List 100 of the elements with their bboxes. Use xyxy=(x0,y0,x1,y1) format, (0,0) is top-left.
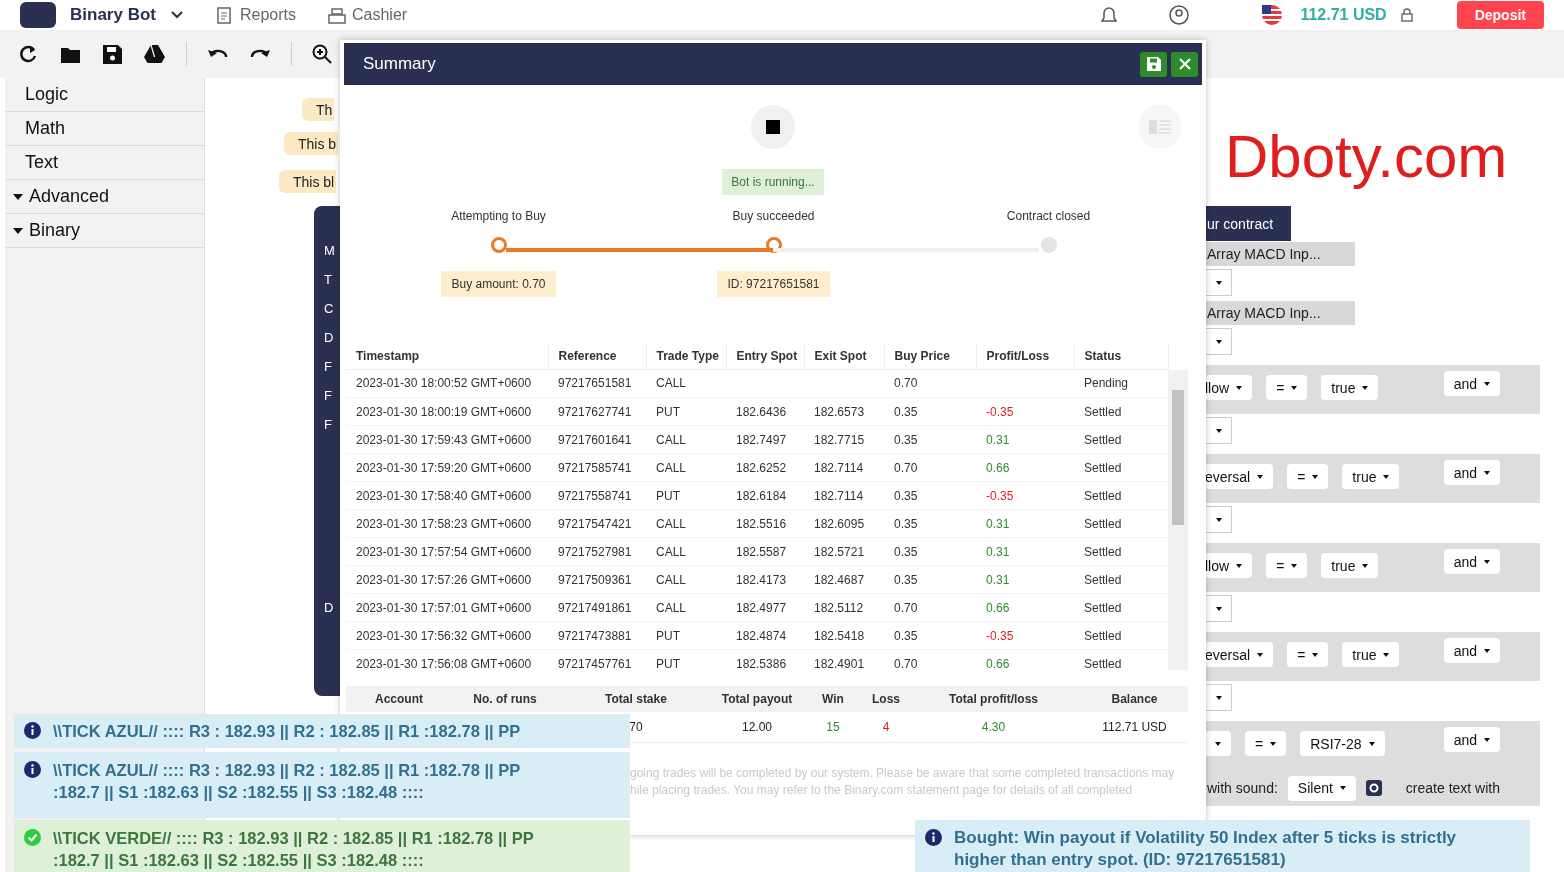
gear-icon[interactable] xyxy=(1365,780,1382,796)
register-icon xyxy=(328,6,346,24)
column-header: Total payout xyxy=(714,685,800,712)
column-header[interactable]: Buy Price xyxy=(884,343,976,369)
dropdown-field[interactable]: true xyxy=(1321,553,1379,578)
table-cell: 182.5418 xyxy=(804,621,884,650)
dropdown-field[interactable]: RSI7-28 xyxy=(1300,731,1385,756)
dropdown-field[interactable]: and xyxy=(1443,371,1500,396)
dropdown-field[interactable]: Silent xyxy=(1287,775,1356,801)
table-cell: 0.35 xyxy=(884,537,976,566)
dropdown-field[interactable]: llow xyxy=(1205,553,1253,578)
caret-icon xyxy=(13,193,23,200)
column-header[interactable]: Reference xyxy=(548,343,646,369)
dropdown-field[interactable] xyxy=(1205,506,1232,533)
column-header: No. of runs xyxy=(452,685,558,712)
table-cell: 182.5112 xyxy=(804,593,884,622)
code-block[interactable]: Array MACD Inp... xyxy=(1205,301,1355,325)
table-cell: 0.70 xyxy=(884,649,976,670)
dropdown-field[interactable]: true xyxy=(1321,375,1379,400)
dropdown-field[interactable] xyxy=(1205,269,1232,296)
column-header[interactable]: Status xyxy=(1074,343,1168,369)
category-label: Advanced xyxy=(29,186,110,207)
toolbox-category[interactable]: Advanced xyxy=(5,180,204,214)
table-cell: CALL xyxy=(646,509,726,538)
block-label: F xyxy=(324,360,333,376)
table-cell: CALL xyxy=(646,565,726,594)
dropdown-field[interactable]: true xyxy=(1342,464,1400,489)
table-cell: CALL xyxy=(646,369,726,398)
dropdown-field[interactable]: = xyxy=(1266,375,1308,400)
code-block[interactable]: eversal = true and xyxy=(1205,632,1540,681)
dropdown-field[interactable]: and xyxy=(1443,727,1500,752)
column-header[interactable]: Profit/Loss xyxy=(976,343,1074,369)
dropdown-field[interactable]: true xyxy=(1342,642,1400,667)
caret-icon xyxy=(13,227,23,234)
dropdown-field[interactable]: = xyxy=(1245,731,1287,756)
close-button[interactable] xyxy=(1171,51,1198,77)
table-cell: 97217491861 xyxy=(548,593,646,622)
dropdown-field[interactable]: and xyxy=(1443,460,1500,485)
dropdown-field[interactable]: = xyxy=(1287,642,1329,667)
table-cell: 0.35 xyxy=(884,509,976,538)
scrollbar[interactable] xyxy=(1168,369,1188,670)
dropdown-field[interactable]: = xyxy=(1266,553,1308,578)
dropdown-field[interactable]: eversal xyxy=(1205,464,1274,489)
dropdown-field[interactable] xyxy=(1205,328,1232,355)
comment-bubble[interactable]: This bl xyxy=(279,170,337,193)
step-label: Buy succeeded xyxy=(732,209,815,225)
toolbox-category[interactable]: Math xyxy=(5,112,204,146)
save-icon xyxy=(1146,57,1161,71)
dropdown-field[interactable]: and xyxy=(1443,549,1500,574)
table-cell: 182.6573 xyxy=(804,397,884,426)
toolbox-category[interactable]: Binary xyxy=(5,214,204,248)
stop-button[interactable] xyxy=(751,105,795,149)
zoom-in-icon[interactable] xyxy=(312,43,334,65)
code-block[interactable]: = RSI7-28 and xyxy=(1205,721,1540,770)
dropdown-field[interactable] xyxy=(1205,417,1232,444)
column-header[interactable]: Timestamp xyxy=(346,343,548,369)
dropdown-field[interactable] xyxy=(1205,731,1231,756)
info-icon xyxy=(925,829,942,846)
column-header: Account xyxy=(346,685,452,712)
column-header[interactable]: Entry Spot xyxy=(726,343,804,369)
notification-text: \\TICK VERDE// :::: R3 : 182.93 || R2 : 182.85 || R1 :182.78 || PP :182.7 || S1 :182.63 || S2 :182.55 || S3 :182.48 :::: xyxy=(53,828,534,871)
save-button[interactable] xyxy=(1140,51,1167,77)
nav-link[interactable]: Reports xyxy=(239,6,296,24)
block-label: M xyxy=(324,244,336,260)
save-icon[interactable] xyxy=(102,43,124,65)
column-header: Total stake xyxy=(558,685,714,712)
table-cell: 0.31 xyxy=(976,509,1074,538)
table-cell: 182.6184 xyxy=(726,481,804,510)
table-cell: CALL xyxy=(646,593,726,622)
table-cell: 2023-01-30 17:57:54 GMT+0600 xyxy=(346,537,548,566)
code-block[interactable]: Array MACD Inp... xyxy=(1205,242,1355,266)
comment-bubble[interactable]: This b xyxy=(284,132,339,155)
column-header[interactable]: Exit Spot xyxy=(804,343,884,369)
nav-link[interactable]: Cashier xyxy=(352,6,408,24)
table-cell: 0.31 xyxy=(976,425,1074,454)
dropdown-field[interactable]: eversal xyxy=(1205,642,1274,667)
dropdown-field[interactable] xyxy=(1205,595,1232,622)
dropdown-field[interactable]: and xyxy=(1443,638,1500,663)
toolbox-category[interactable]: Text xyxy=(5,146,204,180)
table-cell: 2023-01-30 18:00:52 GMT+0600 xyxy=(346,369,548,398)
code-block[interactable]: llow = true and xyxy=(1205,365,1540,414)
code-block[interactable]: with sound: Silent create text with xyxy=(1205,770,1540,806)
notification-text: Bought: Win payout if Volatility 50 Index after 5 ticks is strictly higher than entry spot. (ID: 97217651581) xyxy=(954,827,1457,871)
code-block[interactable]: eversal = true and xyxy=(1205,454,1540,503)
table-cell: 0.31 xyxy=(976,537,1074,566)
dropdown-field[interactable] xyxy=(1205,684,1232,711)
user-icon[interactable] xyxy=(1168,4,1191,26)
table-cell: 12.00 xyxy=(714,711,800,743)
code-block[interactable]: ur contract xyxy=(1205,206,1292,241)
code-block[interactable]: llow = true and xyxy=(1205,543,1540,592)
dropdown-field[interactable]: llow xyxy=(1205,375,1253,400)
brand-name[interactable]: Binary Bot xyxy=(70,5,156,25)
table-cell: -0.35 xyxy=(976,621,1074,650)
block-label: T xyxy=(324,273,333,289)
comment-bubble[interactable]: Th xyxy=(302,98,335,121)
table-cell: 2023-01-30 17:57:26 GMT+0600 xyxy=(346,565,548,594)
dropdown-field[interactable]: = xyxy=(1287,464,1329,489)
column-header[interactable]: Trade Type xyxy=(646,343,726,369)
toolbox-category[interactable]: Logic xyxy=(5,78,204,112)
chevron-down-icon[interactable] xyxy=(169,10,184,20)
